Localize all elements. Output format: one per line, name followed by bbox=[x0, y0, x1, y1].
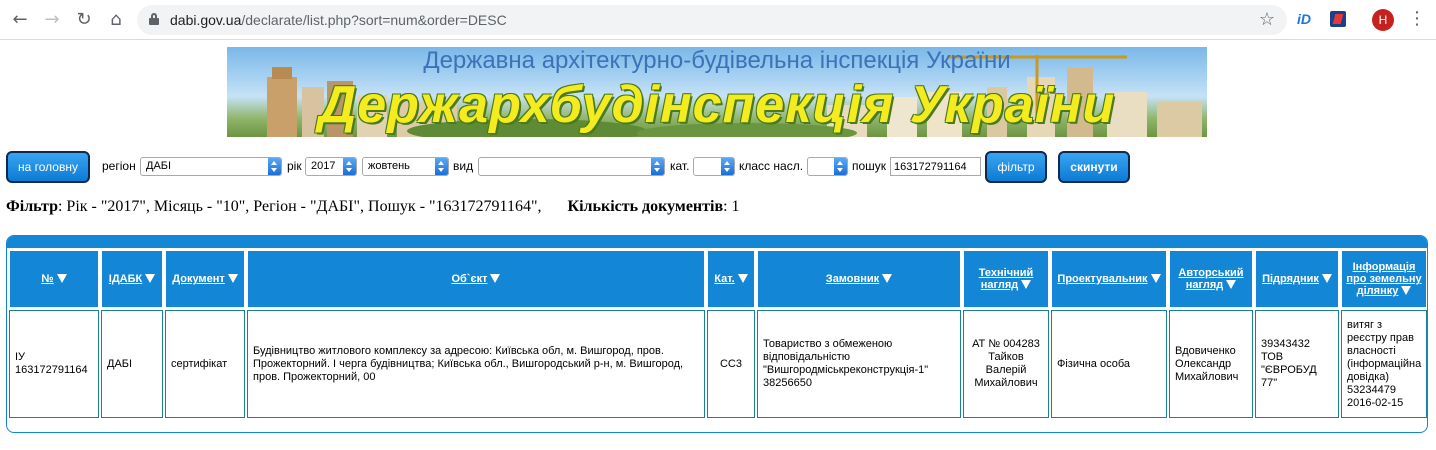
cell-object: Будівництво житлового комплексу за адрес… bbox=[247, 310, 705, 418]
category-label: кат. bbox=[670, 159, 690, 173]
year-label: рік bbox=[287, 159, 302, 173]
home-icon[interactable]: ⌂ bbox=[104, 8, 128, 32]
filter-summary-label: Фільтр bbox=[6, 198, 58, 215]
filter-button[interactable]: фільтр bbox=[985, 151, 1047, 183]
search-input[interactable] bbox=[890, 157, 981, 176]
avatar[interactable]: H bbox=[1372, 9, 1394, 31]
table-header-row: № ІДАБК Документ Об`єкт Кат. Замовник Те… bbox=[9, 250, 1427, 308]
results-panel: № ІДАБК Документ Об`єкт Кат. Замовник Те… bbox=[6, 235, 1428, 433]
class-label: класс насл. bbox=[739, 159, 804, 173]
category-select[interactable] bbox=[693, 157, 735, 176]
cell-document: сертифікат bbox=[165, 310, 245, 418]
cell-category: СС3 bbox=[707, 310, 755, 418]
cell-num: ІУ 163172791164 bbox=[9, 310, 99, 418]
sort-desc-icon bbox=[490, 274, 501, 283]
chevron-updown-icon bbox=[834, 158, 847, 175]
cell-contractor: 39343432 ТОВ "ЄВРОБУД 77" bbox=[1255, 310, 1339, 418]
header-tech-supervision[interactable]: Технічний нагляд bbox=[963, 250, 1049, 308]
month-select[interactable]: жовтень bbox=[362, 157, 449, 176]
cell-idabk: ДАБІ bbox=[101, 310, 163, 418]
header-idabk[interactable]: ІДАБК bbox=[101, 250, 163, 308]
reload-icon[interactable]: ↻ bbox=[72, 8, 96, 32]
url-domain: dabi.gov.ua bbox=[170, 12, 242, 28]
sort-desc-icon bbox=[1226, 280, 1237, 289]
more-menu-icon[interactable]: ⋮ bbox=[1408, 8, 1426, 29]
header-contractor[interactable]: Підрядник bbox=[1255, 250, 1339, 308]
forward-arrow-icon[interactable]: → bbox=[40, 8, 64, 32]
region-label: регіон bbox=[102, 159, 136, 173]
header-customer[interactable]: Замовник bbox=[757, 250, 961, 308]
header-category[interactable]: Кат. bbox=[707, 250, 755, 308]
bookmark-star-icon[interactable]: ☆ bbox=[1259, 9, 1275, 30]
filter-summary-text: : Рік - "2017", Місяць - "10", Регіон - … bbox=[57, 198, 542, 215]
header-land-info[interactable]: Інформація про земельну ділянку bbox=[1341, 250, 1427, 308]
url-path: /declarate/list.php?sort=num&order=DESC bbox=[241, 12, 507, 28]
header-designer[interactable]: Проектувальник bbox=[1051, 250, 1167, 308]
month-value: жовтень bbox=[368, 160, 410, 172]
home-button[interactable]: на головну bbox=[6, 151, 90, 183]
lock-icon bbox=[149, 13, 159, 25]
sort-desc-icon bbox=[1401, 286, 1412, 295]
sort-desc-icon bbox=[737, 274, 748, 283]
cell-author-supervision: Вдовиченко Олександр Михайлович bbox=[1169, 310, 1253, 418]
sort-desc-icon bbox=[1321, 274, 1332, 283]
results-panel-header bbox=[7, 236, 1427, 248]
header-object[interactable]: Об`єкт bbox=[247, 250, 705, 308]
sort-desc-icon bbox=[882, 274, 893, 283]
year-select[interactable]: 2017 bbox=[305, 157, 357, 176]
extension-id-icon[interactable]: iD bbox=[1297, 11, 1315, 29]
header-author-supervision[interactable]: Авторський нагляд bbox=[1169, 250, 1253, 308]
cell-customer: Товариство з обмеженою відповідальністю … bbox=[757, 310, 961, 418]
cell-tech-supervision: АТ № 004283 Тайков Валерій Михайлович bbox=[963, 310, 1049, 418]
document-count-label: Кількість документів bbox=[567, 198, 724, 215]
year-value: 2017 bbox=[311, 160, 336, 172]
cell-land-info: витяг з реєстру прав власності (інформац… bbox=[1341, 310, 1427, 418]
region-select[interactable]: ДАБІ bbox=[140, 157, 282, 176]
sort-desc-icon bbox=[1150, 274, 1161, 283]
chevron-updown-icon bbox=[268, 158, 281, 175]
site-banner: Державна архітектурно-будівельна інспекц… bbox=[227, 47, 1207, 137]
filter-summary: Фільтр: Рік - "2017", Місяць - "10", Рег… bbox=[6, 198, 740, 216]
region-value: ДАБІ bbox=[146, 160, 172, 172]
sort-desc-icon bbox=[1021, 280, 1032, 289]
banner-title: Держархбудінспекція України bbox=[318, 76, 1116, 134]
url-text: dabi.gov.ua/declarate/list.php?sort=num&… bbox=[170, 12, 507, 28]
chevron-updown-icon bbox=[721, 158, 734, 175]
sort-desc-icon bbox=[145, 274, 156, 283]
cell-designer: Фізична особа bbox=[1051, 310, 1167, 418]
chevron-updown-icon bbox=[651, 158, 664, 175]
banner-subtitle: Державна архітектурно-будівельна інспекц… bbox=[423, 47, 1011, 74]
back-arrow-icon[interactable]: ← bbox=[8, 8, 32, 32]
sort-desc-icon bbox=[227, 274, 238, 283]
table-row: ІУ 163172791164 ДАБІ сертифікат Будівниц… bbox=[9, 310, 1427, 418]
results-table: № ІДАБК Документ Об`єкт Кат. Замовник Те… bbox=[7, 248, 1427, 420]
chevron-updown-icon bbox=[435, 158, 448, 175]
extension-flag-icon[interactable] bbox=[1330, 11, 1346, 27]
chevron-updown-icon bbox=[343, 158, 356, 175]
reset-button[interactable]: скинути bbox=[1058, 151, 1130, 183]
type-select[interactable] bbox=[478, 157, 665, 176]
header-document[interactable]: Документ bbox=[165, 250, 245, 308]
class-select[interactable] bbox=[807, 157, 848, 176]
header-num[interactable]: № bbox=[9, 250, 99, 308]
document-count-value: : 1 bbox=[723, 198, 740, 215]
browser-toolbar: ← → ↻ ⌂ dabi.gov.ua/declarate/list.php?s… bbox=[0, 0, 1436, 40]
address-bar[interactable]: dabi.gov.ua/declarate/list.php?sort=num&… bbox=[137, 5, 1287, 35]
sort-desc-icon bbox=[56, 274, 67, 283]
search-label: пошук bbox=[852, 159, 887, 173]
type-label: вид bbox=[453, 159, 474, 173]
